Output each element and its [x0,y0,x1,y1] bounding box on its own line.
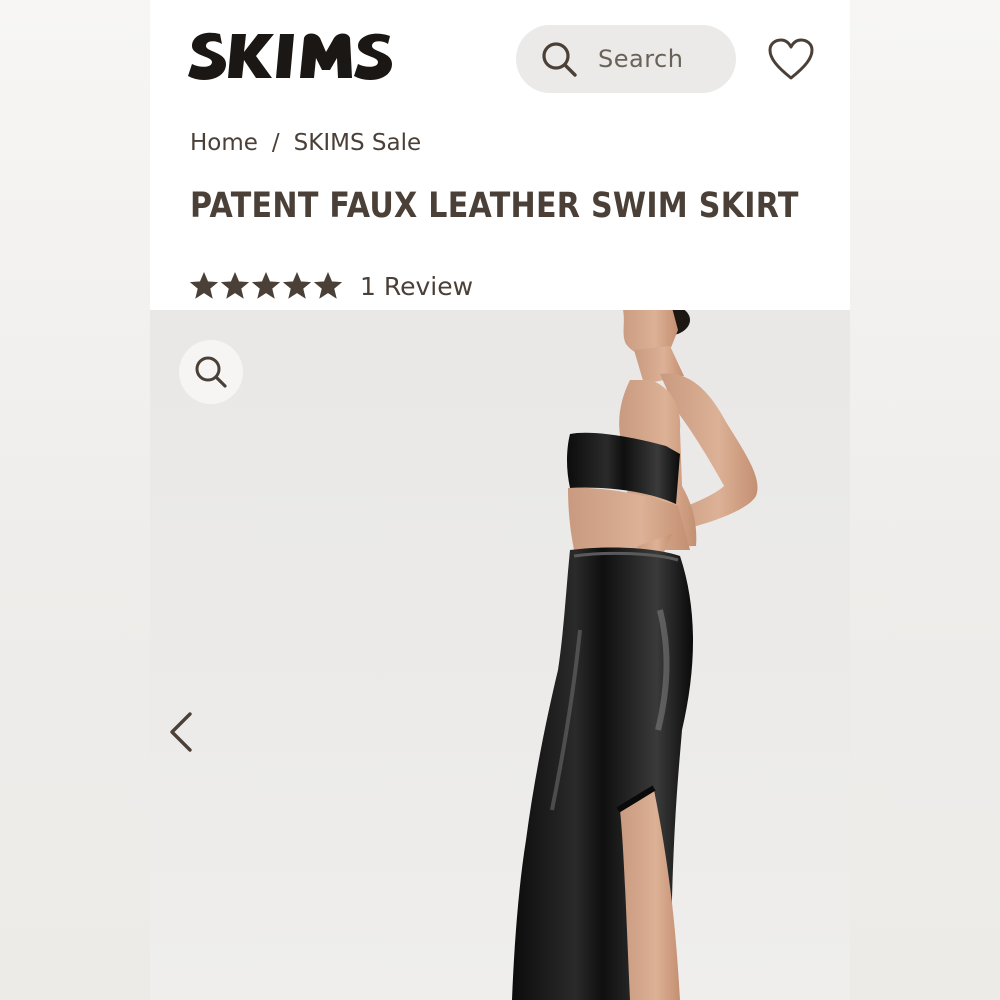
skims-logo[interactable] [186,28,396,84]
search-icon [542,42,577,77]
zoom-button[interactable] [179,340,243,404]
model-photo [512,310,758,1000]
zoom-icon [195,356,227,388]
review-count-link[interactable]: 1 Review [360,272,473,301]
product-image[interactable] [150,310,850,1000]
background-blur-left [0,0,150,1000]
star-icon [221,272,249,299]
breadcrumb-home-link[interactable]: Home [190,130,258,156]
search-bar[interactable]: Search [516,25,736,93]
product-page: Search Home / SKIMS Sale PATENT FAUX LEA… [150,0,850,1000]
product-rating[interactable]: 1 Review [190,268,473,304]
breadcrumb-sale-link[interactable]: SKIMS Sale [294,130,421,156]
star-icon [190,272,218,299]
rating-stars [190,272,342,300]
background-blur-right [850,0,1000,1000]
wishlist-heart-icon[interactable] [766,36,816,82]
star-icon [314,272,342,299]
breadcrumb: Home / SKIMS Sale [190,126,421,160]
search-label: Search [598,45,684,73]
star-icon [283,272,311,299]
chevron-left-icon[interactable] [164,708,198,756]
product-title: PATENT FAUX LEATHER SWIM SKIRT [190,186,799,226]
breadcrumb-separator: / [271,130,280,156]
product-header: Search Home / SKIMS Sale PATENT FAUX LEA… [150,0,850,310]
star-icon [252,272,280,299]
